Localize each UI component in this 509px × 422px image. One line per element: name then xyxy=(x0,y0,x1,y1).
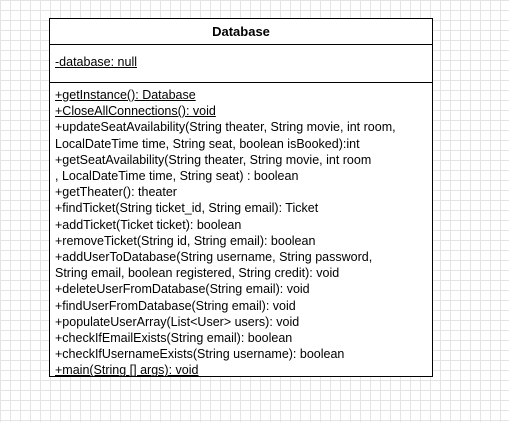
method-add-user-to-database-cont: String email, boolean registered, String… xyxy=(55,266,340,281)
method-update-seat-availability: +updateSeatAvailability(String theater, … xyxy=(55,120,396,135)
method-delete-user-from-database: +deleteUserFromDatabase(String email): v… xyxy=(55,282,310,297)
class-name: Database xyxy=(50,19,432,45)
methods-compartment: +getInstance(): Database +CloseAllConnec… xyxy=(50,83,432,379)
method-get-theater: +getTheater(): theater xyxy=(55,185,177,200)
uml-class-database[interactable]: Database -database: null +getInstance():… xyxy=(49,18,433,377)
method-check-if-email-exists: +checkIfEmailExists(String email): boole… xyxy=(55,331,293,346)
method-add-user-to-database: +addUserToDatabase(String username, Stri… xyxy=(55,250,373,265)
method-add-ticket: +addTicket(Ticket ticket): boolean xyxy=(55,217,242,232)
method-remove-ticket: +removeTicket(String id, String email): … xyxy=(55,233,316,248)
method-main: +main(String [] args): void xyxy=(55,363,199,378)
method-find-ticket: +findTicket(String ticket_id, String ema… xyxy=(55,201,319,216)
method-check-if-username-exists: +checkIfUsernameExists(String username):… xyxy=(55,347,345,362)
method-update-seat-availability-cont: LocalDateTime time, String seat, boolean… xyxy=(55,136,360,151)
method-get-seat-availability: +getSeatAvailability(String theater, Str… xyxy=(55,152,372,167)
attributes-compartment: -database: null xyxy=(50,45,432,83)
attribute-database: -database: null xyxy=(55,55,138,69)
method-get-seat-availability-cont: , LocalDateTime time, String seat) : boo… xyxy=(55,169,299,184)
method-populate-user-array: +populateUserArray(List<User> users): vo… xyxy=(55,314,300,329)
method-get-instance: +getInstance(): Database xyxy=(55,88,196,102)
method-close-all-connections: +CloseAllConnections(): void xyxy=(55,104,216,119)
method-find-user-from-database: +findUserFromDatabase(String email): voi… xyxy=(55,298,296,313)
